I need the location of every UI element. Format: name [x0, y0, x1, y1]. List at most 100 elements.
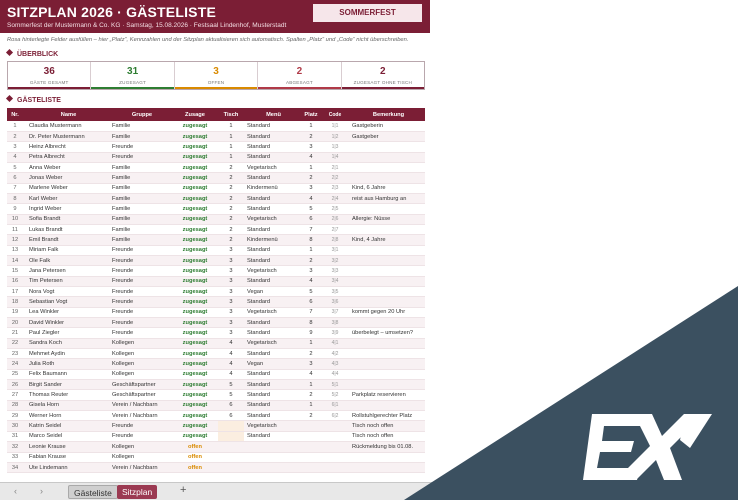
table-row[interactable]: 10 Sofia Brandt Familie zugesagt 2 Vegetarisc… — [7, 214, 425, 225]
table-cell[interactable]: Nora Vogt — [23, 286, 108, 298]
table-cell[interactable]: 14 — [7, 255, 23, 267]
table-cell[interactable]: Standard — [244, 152, 300, 163]
table-cell[interactable]: Vegetarisch — [244, 162, 300, 174]
table-row[interactable]: 23 Mehmet Aydin Kollegen zugesagt 4 Standard 2… — [7, 348, 425, 360]
table-cell[interactable]: Familie — [108, 203, 172, 215]
table-cell[interactable]: 20 — [7, 317, 23, 329]
column-header[interactable]: Gruppe — [108, 108, 172, 121]
table-cell[interactable]: 1 — [300, 162, 322, 174]
table-row[interactable]: 33 Fabian Krause Kollegen offen — [7, 452, 425, 463]
table-cell[interactable] — [348, 265, 425, 277]
table-cell[interactable]: 6|1 — [322, 400, 348, 412]
table-cell[interactable]: Kind, 4 Jahre — [348, 234, 425, 246]
table-cell[interactable]: 1 — [218, 121, 244, 132]
table-cell[interactable]: Lukas Brandt — [23, 224, 108, 236]
table-cell[interactable]: 1 — [218, 152, 244, 163]
table-cell[interactable] — [322, 420, 348, 432]
table-cell[interactable]: zugesagt — [172, 172, 218, 184]
table-cell[interactable]: Freunde — [108, 327, 172, 339]
table-cell[interactable]: Standard — [244, 410, 300, 422]
table-cell[interactable]: Petra Albrecht — [23, 152, 108, 163]
table-cell[interactable]: 10 — [7, 214, 23, 225]
table-row[interactable]: 24 Julia Roth Kollegen zugesagt 4 Vegan 3 4|3 — [7, 358, 425, 370]
table-cell[interactable]: zugesagt — [172, 234, 218, 246]
table-row[interactable]: 13 Miriam Falk Freunde zugesagt 3 Standard 1 3|… — [7, 245, 425, 256]
table-cell[interactable] — [322, 431, 348, 443]
table-cell[interactable]: zugesagt — [172, 431, 218, 443]
table-cell[interactable]: Geschäftspartner — [108, 379, 172, 391]
table-row[interactable]: 12 Emil Brandt Familie zugesagt 2 Kindermenü 8… — [7, 234, 425, 246]
table-cell[interactable]: Vegetarisch — [244, 338, 300, 350]
table-cell[interactable]: Standard — [244, 296, 300, 308]
table-cell[interactable]: Standard — [244, 193, 300, 205]
table-cell[interactable]: Werner Horn — [23, 410, 108, 422]
table-cell[interactable]: Familie — [108, 224, 172, 236]
table-cell[interactable]: Lea Winkler — [23, 307, 108, 319]
table-cell[interactable]: 4 — [300, 276, 322, 288]
table-row[interactable]: 6 Jonas Weber Familie zugesagt 2 Standard 2 2|2 — [7, 172, 425, 184]
table-cell[interactable]: 15 — [7, 265, 23, 277]
table-cell[interactable]: Vegan — [244, 358, 300, 370]
table-row[interactable]: 29 Werner Horn Verein / Nachbarn zugesagt 6 S… — [7, 410, 425, 422]
table-cell[interactable]: 4 — [218, 358, 244, 370]
column-header[interactable]: Platz — [300, 108, 322, 121]
table-cell[interactable]: Familie — [108, 131, 172, 143]
table-cell[interactable]: zugesagt — [172, 379, 218, 391]
table-cell[interactable]: 2 — [218, 183, 244, 194]
table-cell[interactable]: 6 — [7, 172, 23, 184]
table-cell[interactable]: 3 — [300, 358, 322, 370]
table-row[interactable]: 25 Felix Baumann Kollegen zugesagt 4 Standard… — [7, 369, 425, 381]
table-cell[interactable]: 1|1 — [322, 121, 348, 132]
table-row[interactable]: 20 David Winkler Freunde zugesagt 3 Standard 8… — [7, 317, 425, 329]
table-row[interactable]: 3 Heinz Albrecht Freunde zugesagt 1 Standard 3… — [7, 141, 425, 153]
table-cell[interactable]: Freunde — [108, 420, 172, 432]
table-cell[interactable]: Verein / Nachbarn — [108, 462, 172, 474]
table-cell[interactable]: 1|4 — [322, 152, 348, 163]
table-cell[interactable]: 5 — [218, 379, 244, 391]
table-cell[interactable]: Vegetarisch — [244, 420, 300, 432]
table-cell[interactable]: 5|2 — [322, 389, 348, 401]
table-row[interactable]: 26 Birgit Sander Geschäftspartner zugesagt 5… — [7, 379, 425, 391]
table-cell[interactable]: 4|2 — [322, 348, 348, 360]
table-cell[interactable]: Kindermenü — [244, 234, 300, 246]
table-cell[interactable]: 6 — [300, 296, 322, 308]
table-cell[interactable]: 4|4 — [322, 369, 348, 381]
table-cell[interactable]: zugesagt — [172, 131, 218, 143]
table-cell[interactable]: Claudia Mustermann — [23, 121, 108, 132]
table-cell[interactable]: 2|4 — [322, 193, 348, 205]
table-cell[interactable]: Paul Ziegler — [23, 327, 108, 339]
table-cell[interactable]: 3 — [218, 276, 244, 288]
table-cell[interactable]: Standard — [244, 389, 300, 401]
table-cell[interactable]: David Winkler — [23, 317, 108, 329]
table-cell[interactable]: 4 — [300, 193, 322, 205]
table-cell[interactable]: 3 — [300, 183, 322, 194]
table-cell[interactable]: 3 — [300, 265, 322, 277]
table-cell[interactable]: Thomas Reuter — [23, 389, 108, 401]
table-cell[interactable]: Dr. Peter Mustermann — [23, 131, 108, 143]
table-cell[interactable]: Gastgeberin — [348, 121, 425, 132]
table-cell[interactable]: 23 — [7, 348, 23, 360]
table-cell[interactable]: offen — [172, 462, 218, 474]
table-cell[interactable] — [348, 245, 425, 256]
table-cell[interactable]: zugesagt — [172, 162, 218, 174]
table-cell[interactable]: Familie — [108, 121, 172, 132]
table-cell[interactable]: Parkplatz reservieren — [348, 389, 425, 401]
table-cell[interactable] — [244, 452, 300, 463]
table-cell[interactable] — [348, 141, 425, 153]
table-row[interactable]: 16 Tim Petersen Freunde zugesagt 3 Standard 4 3… — [7, 276, 425, 288]
table-cell[interactable]: zugesagt — [172, 358, 218, 370]
table-row[interactable]: 1 Claudia Mustermann Familie zugesagt 1 Stand… — [7, 121, 425, 132]
table-cell[interactable]: Sofia Brandt — [23, 214, 108, 225]
table-cell[interactable]: offen — [172, 452, 218, 463]
table-cell[interactable]: 19 — [7, 307, 23, 319]
table-cell[interactable]: Freunde — [108, 245, 172, 256]
table-cell[interactable]: 1 — [300, 379, 322, 391]
table-cell[interactable]: Ingrid Weber — [23, 203, 108, 215]
table-cell[interactable]: zugesagt — [172, 400, 218, 412]
table-cell[interactable]: zugesagt — [172, 369, 218, 381]
table-cell[interactable]: zugesagt — [172, 286, 218, 298]
table-cell[interactable]: 21 — [7, 327, 23, 339]
table-cell[interactable]: Freunde — [108, 307, 172, 319]
table-cell[interactable]: 33 — [7, 452, 23, 463]
table-cell[interactable]: 4 — [218, 348, 244, 360]
